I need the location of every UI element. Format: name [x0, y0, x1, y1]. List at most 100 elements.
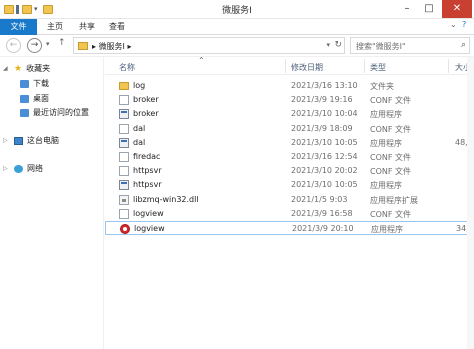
file-name: dal: [133, 137, 146, 147]
tab-share[interactable]: 共享: [72, 19, 102, 35]
help-icon[interactable]: ?: [462, 20, 466, 29]
file-size: 48,: [455, 137, 468, 147]
conf-file-icon: [119, 95, 129, 106]
file-date: 2021/1/5 9:03: [291, 194, 348, 204]
column-header-date[interactable]: 修改日期: [291, 62, 323, 73]
vertical-scrollbar[interactable]: [467, 57, 474, 349]
title-bar: ▾ 微服务I – □ ✕: [0, 0, 474, 19]
column-divider[interactable]: [448, 59, 449, 73]
nav-item-downloads[interactable]: 下载: [20, 77, 49, 90]
back-button[interactable]: ←: [6, 38, 21, 53]
tab-view[interactable]: 查看: [102, 19, 132, 35]
file-date: 2021/3/10 10:04: [291, 109, 358, 119]
file-row[interactable]: broker 2021/3/9 19:16 CONF 文件: [105, 93, 474, 107]
nav-label: 桌面: [33, 94, 49, 103]
file-name: broker: [133, 95, 159, 105]
nav-favorites[interactable]: ★ 收藏夹: [14, 62, 50, 75]
chevron-down-icon[interactable]: ◢: [3, 65, 8, 72]
file-name: httpsvr: [133, 180, 162, 190]
file-date: 2021/3/10 10:05: [291, 137, 358, 147]
file-type: CONF 文件: [370, 96, 412, 106]
file-row[interactable]: log 2021/3/16 13:10 文件夹: [105, 79, 474, 93]
file-type: CONF 文件: [370, 153, 412, 162]
nav-label: 最近访问的位置: [33, 108, 89, 117]
conf-file-icon: [119, 152, 129, 162]
up-button[interactable]: ↑: [58, 38, 66, 48]
file-date: 2021/3/16 12:54: [291, 152, 358, 161]
forward-button[interactable]: →: [27, 38, 42, 53]
close-button[interactable]: ✕: [442, 0, 472, 18]
chevron-right-icon[interactable]: ▷: [3, 137, 8, 144]
download-icon: [20, 79, 29, 88]
nav-label: 这台电脑: [27, 136, 59, 145]
file-row[interactable]: logview 2021/3/9 16:58 CONF 文件: [105, 207, 474, 221]
sort-ascending-icon: ⌃: [198, 56, 205, 65]
file-name: logview: [134, 224, 165, 233]
nav-this-pc[interactable]: 这台电脑: [14, 134, 59, 147]
exe-icon: [119, 180, 129, 191]
nav-item-recent[interactable]: 最近访问的位置: [20, 106, 89, 119]
file-date: 2021/3/9 18:09: [291, 123, 353, 133]
tab-home[interactable]: 主页: [40, 19, 70, 35]
file-date: 2021/3/9 19:16: [291, 95, 353, 105]
file-date: 2021/3/10 10:05: [291, 180, 358, 190]
star-icon: ★: [14, 63, 23, 74]
recent-places-icon: [20, 108, 29, 117]
search-box[interactable]: 搜索"微服务I" ⌕: [350, 37, 470, 54]
file-name: broker: [133, 109, 159, 119]
app-logo-icon: [120, 224, 130, 234]
file-row[interactable]: httpsvr 2021/3/10 10:05 应用程序: [105, 178, 474, 192]
file-name: logview: [133, 208, 164, 218]
address-path[interactable]: ▸ 微服务I ▸: [92, 41, 131, 52]
conf-file-icon: [119, 166, 129, 177]
file-type: 应用程序: [371, 225, 403, 234]
column-header-name[interactable]: 名称: [119, 62, 135, 73]
minimize-button[interactable]: –: [396, 0, 418, 18]
file-list: 名称 ⌃ 修改日期 类型 大小 log 2021/3/16 13:10 文件夹 bro…: [105, 56, 474, 349]
file-row[interactable]: httpsvr 2021/3/10 20:02 CONF 文件: [105, 164, 474, 178]
file-name: firedac: [133, 152, 161, 161]
chevron-right-icon[interactable]: ▷: [3, 165, 8, 172]
file-name: dal: [133, 123, 146, 133]
file-date: 2021/3/9 16:58: [291, 208, 353, 218]
maximize-button[interactable]: □: [418, 0, 440, 18]
column-header-type[interactable]: 类型: [370, 62, 386, 73]
tab-file[interactable]: 文件: [0, 19, 37, 35]
file-type: 应用程序扩展: [370, 195, 418, 205]
computer-icon: [14, 136, 23, 145]
column-divider[interactable]: [364, 59, 365, 73]
file-row[interactable]: firedac 2021/3/16 12:54 CONF 文件: [105, 150, 474, 164]
column-divider[interactable]: [285, 59, 286, 73]
file-date: 2021/3/16 13:10: [291, 81, 358, 90]
folder-icon: [119, 82, 129, 90]
file-row[interactable]: libzmq-win32.dll 2021/1/5 9:03 应用程序扩展: [105, 193, 474, 207]
navigation-pane: ◢ ★ 收藏夹 下载 桌面 最近访问的位置 ▷ 这台电脑 ▷ 网络: [0, 57, 104, 349]
folder-icon: [78, 42, 88, 50]
file-row[interactable]: dal 2021/3/9 18:09 CONF 文件: [105, 122, 474, 136]
file-name: log: [133, 81, 146, 90]
conf-file-icon: [119, 123, 129, 134]
chevron-down-icon[interactable]: ▾: [326, 41, 330, 49]
file-row[interactable]: logview 2021/3/9 20:10 应用程序 34,: [105, 221, 474, 235]
file-type: 文件夹: [370, 82, 394, 91]
file-row[interactable]: broker 2021/3/10 10:04 应用程序: [105, 107, 474, 121]
nav-network[interactable]: 网络: [14, 162, 43, 175]
dll-icon: [119, 194, 129, 205]
nav-item-desktop[interactable]: 桌面: [20, 92, 49, 105]
file-date: 2021/3/10 20:02: [291, 166, 358, 176]
desktop-icon: [20, 94, 29, 103]
network-icon: [14, 164, 23, 173]
file-type: 应用程序: [370, 110, 402, 120]
file-type: CONF 文件: [370, 167, 412, 177]
refresh-icon[interactable]: ↻: [334, 40, 342, 50]
file-type: CONF 文件: [370, 209, 412, 219]
recent-locations-dropdown[interactable]: ▾: [46, 40, 50, 48]
search-icon[interactable]: ⌕: [461, 40, 466, 50]
address-bar[interactable]: ▸ 微服务I ▸ ▾ ↻: [73, 37, 345, 54]
file-name: libzmq-win32.dll: [133, 194, 199, 204]
exe-icon: [119, 109, 129, 120]
file-date: 2021/3/9 20:10: [292, 224, 354, 233]
expand-ribbon-icon[interactable]: ⌄: [450, 20, 457, 29]
search-input[interactable]: 搜索"微服务I": [356, 41, 406, 52]
file-row[interactable]: dal 2021/3/10 10:05 应用程序 48,: [105, 136, 474, 150]
